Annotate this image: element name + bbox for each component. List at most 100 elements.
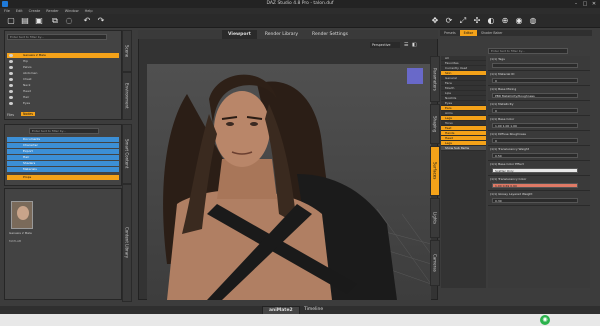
tree-row[interactable]: Genesis 2 Male [7, 53, 119, 58]
scale-tool-icon[interactable]: ⤢ [458, 16, 468, 26]
side-tab-lights[interactable]: Lights [430, 198, 440, 238]
tab-nodes[interactable]: Nodes [21, 112, 35, 116]
tab-editor[interactable]: Editor [459, 30, 478, 36]
property-value[interactable]: 0.30 [492, 198, 578, 203]
rotate-tool-icon[interactable]: ⟳ [444, 16, 454, 26]
tab-files[interactable]: Files [7, 113, 14, 117]
visibility-eye-icon[interactable] [9, 96, 13, 99]
tab-shader-baker[interactable]: Shader Baker [477, 30, 506, 36]
tab-animate2[interactable]: aniMate2 [262, 306, 300, 314]
visibility-eye-icon[interactable] [9, 72, 13, 75]
folder-row[interactable]: Documents [7, 137, 119, 142]
side-tab-shaping[interactable]: Shaping [430, 104, 440, 144]
tree-row[interactable]: Pelvis [7, 65, 119, 70]
property-value[interactable]: 0 [492, 78, 578, 83]
side-tab-label: Content Library [124, 227, 130, 259]
undo-icon[interactable]: ↶ [82, 16, 92, 26]
close-button[interactable]: ✕ [590, 1, 598, 7]
tree-row[interactable]: Neck [7, 83, 119, 88]
os-taskbar: ◉ [0, 314, 600, 326]
tree-row[interactable]: Head [7, 89, 119, 94]
view-cube-icon[interactable] [407, 68, 423, 84]
thumbnail-face-icon [17, 206, 29, 220]
property-row: (1/1) Glossy Layered Weight 0.30 [488, 191, 590, 206]
tree-row[interactable]: Chest [7, 77, 119, 82]
side-tab-content-library[interactable]: Content Library [122, 184, 132, 302]
redo-icon[interactable]: ↷ [96, 16, 106, 26]
app-icon[interactable]: ◉ [540, 315, 550, 325]
viewport-options-icon[interactable]: ☰ [404, 42, 410, 48]
property-value[interactable]: Scatter Only [492, 168, 578, 173]
show-sub-items-toggle[interactable]: Show Sub Items [441, 146, 486, 151]
side-tab-cameras[interactable]: Cameras [430, 240, 440, 286]
visibility-eye-icon[interactable] [9, 90, 13, 93]
visibility-eye-icon[interactable] [9, 66, 13, 69]
property-value[interactable]: 0 [492, 108, 578, 113]
open-file-icon[interactable]: ▤ [20, 16, 30, 26]
render-canvas[interactable] [147, 64, 431, 300]
thumbnail-genesis-2-male[interactable] [11, 201, 33, 229]
property-value[interactable] [492, 63, 578, 68]
universal-tool-icon[interactable]: ✥ [430, 16, 440, 26]
tab-viewport[interactable]: Viewport [222, 30, 257, 39]
tab-render-library[interactable]: Render Library [259, 30, 304, 39]
save-icon[interactable]: ▣ [34, 16, 44, 26]
side-tab-scene[interactable]: Scene [122, 30, 132, 72]
side-tab-parameters[interactable]: Parameters [430, 56, 440, 102]
tab-render-settings[interactable]: Render Settings [306, 30, 354, 39]
camera-select[interactable]: Perspective [370, 42, 400, 48]
new-scene-icon[interactable]: ▢ [6, 16, 16, 26]
surface-tool-icon[interactable]: ◐ [486, 16, 496, 26]
folder-row[interactable]: Materials [7, 167, 119, 172]
maximize-button[interactable]: □ [581, 1, 589, 7]
copy-icon[interactable]: ⧉ [50, 16, 60, 26]
folder-row[interactable]: Shaders [7, 161, 119, 166]
folder-row[interactable]: Props [7, 175, 119, 180]
tree-label: Neck [23, 83, 31, 87]
side-tab-smart-content[interactable]: Smart Content [122, 124, 132, 184]
tree-row[interactable]: Eyes [7, 101, 119, 106]
scene-search-input[interactable]: Enter text to filter by... [7, 34, 107, 40]
translate-tool-icon[interactable]: ✣ [472, 16, 482, 26]
property-value[interactable]: 1.00 0.69 0.60 [492, 183, 578, 188]
visibility-eye-icon[interactable] [9, 78, 13, 81]
side-tab-label: Lights [432, 211, 438, 225]
joint-tool-icon[interactable]: ⊕ [500, 16, 510, 26]
property-label: (1/1) Tags [490, 57, 505, 61]
node-select-icon[interactable]: ◌ [64, 16, 74, 26]
render-icon[interactable]: ◉ [514, 16, 524, 26]
visibility-eye-icon[interactable] [9, 102, 13, 105]
tree-label: Hair [23, 95, 30, 99]
spot-render-icon[interactable]: ◍ [528, 16, 538, 26]
minimize-button[interactable]: – [572, 1, 580, 7]
visibility-eye-icon[interactable] [9, 54, 13, 57]
surface-properties: (1/1) Tags (1/1) Material ID 0 (1/1) Base… [488, 56, 590, 288]
property-label: (1/1) Metallicity [490, 102, 514, 106]
side-tab-label: Scene [124, 44, 130, 58]
thumbnail-sublabel: MATLAB [9, 239, 22, 243]
property-label: (1/1) Translucency Weight [490, 147, 530, 151]
side-tab-environment[interactable]: Environment [122, 72, 132, 120]
draw-style-icon[interactable]: ◧ [412, 42, 418, 48]
surface-search-input[interactable]: Enter text to filter by... [488, 48, 568, 54]
folder-row[interactable]: Export [7, 149, 119, 154]
tab-presets[interactable]: Presets [440, 30, 460, 36]
visibility-eye-icon[interactable] [9, 84, 13, 87]
content-search-input[interactable]: Enter text to filter by... [29, 128, 99, 134]
side-tab-surfaces[interactable]: Surfaces [430, 146, 440, 196]
tree-row[interactable]: Abdomen [7, 71, 119, 76]
property-value[interactable]: 0 [492, 138, 578, 143]
property-value[interactable]: 0.50 [492, 153, 578, 158]
thumbnail-label: Genesis 2 Male [9, 231, 32, 235]
tree-row[interactable]: Hip [7, 59, 119, 64]
folder-row[interactable]: Hair [7, 155, 119, 160]
property-row: (1/1) Material ID 0 [488, 71, 590, 86]
tree-row[interactable]: Hair [7, 95, 119, 100]
property-value[interactable]: PBR Metallicity/Roughness [492, 93, 578, 98]
tab-timeline[interactable]: Timeline [298, 306, 329, 314]
visibility-eye-icon[interactable] [9, 60, 13, 63]
content-library-panel: Enter text to filter by... Documents Cha… [4, 124, 122, 186]
property-value[interactable]: 1.00 1.00 1.00 [492, 123, 578, 128]
folder-row[interactable]: Character [7, 143, 119, 148]
tree-label: Abdomen [23, 71, 38, 75]
